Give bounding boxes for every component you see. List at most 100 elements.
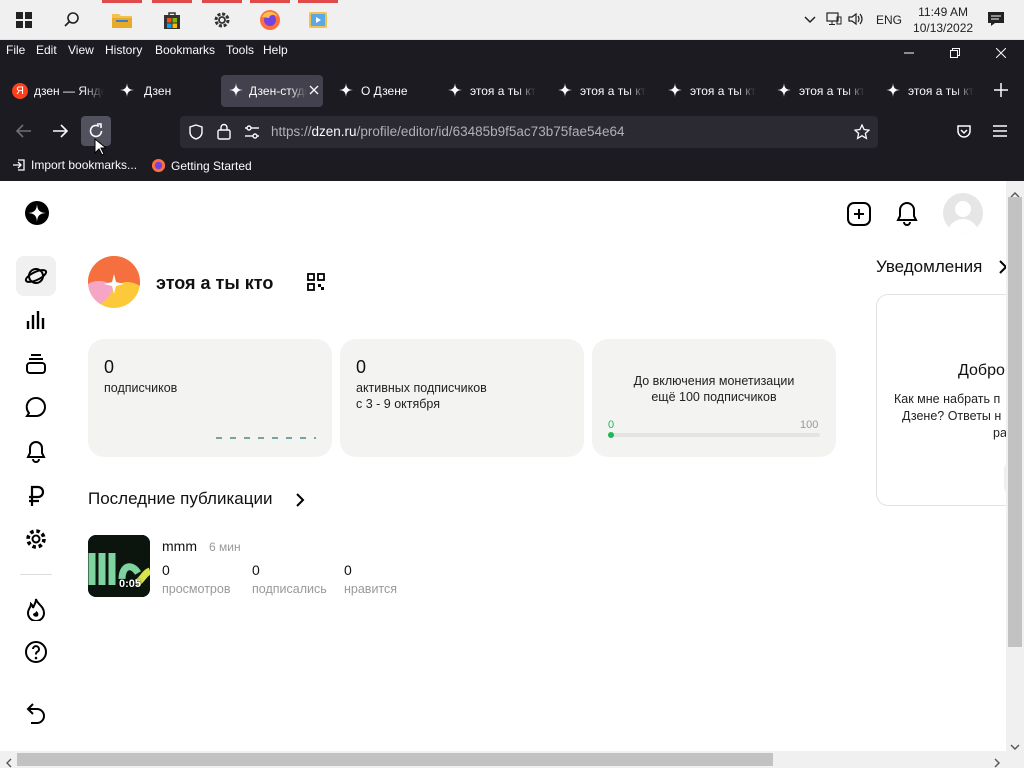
tab-label: этоя а ты кто [580, 84, 646, 98]
menu-tools[interactable]: Tools [226, 43, 254, 57]
subscribers-card[interactable]: 0 подписчиков [88, 339, 332, 457]
horizontal-scroll-thumb[interactable] [17, 753, 773, 766]
monetization-text: До включения монетизации ещё 100 подписч… [592, 373, 836, 405]
arrow-right-icon [53, 124, 68, 138]
horizontal-scrollbar[interactable] [0, 751, 1024, 768]
tab-profile[interactable]: этоя а ты кто [769, 75, 874, 107]
channel-avatar[interactable] [88, 256, 140, 308]
sidebar-item-trending[interactable] [16, 589, 56, 629]
settings-taskbar-button[interactable] [198, 0, 246, 40]
notifications-card[interactable]: Добро Как мне набрать п Дзене? Ответы н … [876, 294, 1024, 506]
store-button[interactable] [148, 0, 196, 40]
bookmark-label: Import bookmarks... [31, 158, 138, 172]
clock[interactable]: 11:49 AM 10/13/2022 [913, 4, 973, 36]
dzen-logo-icon [25, 201, 49, 225]
menu-help[interactable]: Help [263, 43, 288, 57]
url-prefix: https:// [271, 124, 312, 139]
lock-icon[interactable] [217, 123, 231, 143]
network-icon[interactable] [826, 11, 842, 29]
sidebar-item-notifications[interactable] [16, 432, 56, 472]
permissions-icon[interactable] [244, 125, 260, 142]
file-explorer-button[interactable] [98, 0, 146, 40]
minimize-button[interactable] [886, 42, 932, 64]
sidebar-item-home[interactable] [16, 256, 56, 296]
back-button[interactable] [9, 116, 39, 146]
notification-center-icon[interactable] [987, 11, 1005, 30]
sidebar-item-monetization[interactable] [16, 476, 56, 516]
firefox-taskbar-button[interactable] [246, 0, 294, 40]
scroll-right-icon[interactable] [994, 755, 1001, 773]
tab-profile[interactable]: этоя а ты кто [878, 75, 983, 107]
subscribers-count: 0 [104, 357, 115, 377]
create-button[interactable] [846, 201, 872, 232]
user-avatar[interactable] [943, 193, 983, 233]
notifications-button[interactable] [895, 201, 919, 232]
address-bar[interactable]: https://dzen.ru/profile/editor/id/63485b… [180, 116, 878, 148]
yandex-icon: Я [12, 83, 28, 99]
menu-edit[interactable]: Edit [36, 43, 57, 57]
monetization-card[interactable]: До включения монетизации ещё 100 подписч… [592, 339, 836, 457]
tracking-protection-icon[interactable] [188, 124, 204, 143]
bookmark-star-icon[interactable] [853, 123, 871, 143]
search-button[interactable] [48, 0, 96, 40]
close-window-button[interactable] [978, 42, 1024, 64]
menu-bookmarks[interactable]: Bookmarks [155, 43, 215, 57]
vertical-scroll-thumb[interactable] [1008, 197, 1022, 647]
active-subscribers-card[interactable]: 0 активных подписчиков с 3 - 9 октября [340, 339, 584, 457]
getting-started-link[interactable]: Getting Started [151, 158, 252, 173]
sidebar-item-help[interactable] [16, 632, 56, 672]
sidebar-item-comments[interactable] [16, 387, 56, 427]
vertical-scrollbar[interactable] [1006, 181, 1024, 751]
sidebar-item-publications[interactable] [16, 344, 56, 384]
stack-icon [26, 354, 46, 374]
forward-button[interactable] [45, 116, 75, 146]
notification-text: Как мне набрать п Дзене? Ответы н ра [894, 391, 1007, 442]
tab-about-dzen[interactable]: О Дзене [331, 75, 435, 107]
restore-button[interactable] [932, 42, 978, 64]
publication-thumbnail[interactable]: 0:05 [88, 535, 150, 597]
tab-profile[interactable]: этоя а ты кто [550, 75, 655, 107]
sidebar-item-back[interactable] [16, 693, 56, 733]
notifications-title[interactable]: Уведомления [876, 257, 982, 277]
close-icon [996, 48, 1006, 58]
sidebar-item-settings[interactable] [16, 519, 56, 559]
menu-file[interactable]: File [6, 43, 25, 57]
tab-profile[interactable]: этоя а ты кто [660, 75, 765, 107]
return-arrow-icon [26, 703, 45, 724]
reload-icon [89, 123, 103, 138]
recent-publications-chevron-icon[interactable] [293, 492, 307, 513]
tab-yandex[interactable]: Я дзен — Яндекс [4, 75, 108, 107]
close-tab-icon[interactable] [309, 84, 319, 98]
arrow-left-icon [16, 124, 31, 138]
dzen-logo[interactable] [25, 201, 49, 230]
publication-title[interactable]: mmm [162, 538, 197, 554]
app-menu-button[interactable] [985, 116, 1015, 146]
language-indicator[interactable]: ENG [876, 13, 902, 27]
dzen-icon [668, 82, 682, 100]
start-button[interactable] [0, 0, 48, 40]
scroll-left-icon[interactable] [5, 755, 12, 773]
dzen-icon [558, 82, 572, 100]
volume-icon[interactable] [848, 12, 864, 29]
clock-date: 10/13/2022 [913, 21, 974, 35]
import-bookmarks-link[interactable]: Import bookmarks... [12, 158, 137, 172]
planet-icon [24, 268, 48, 284]
media-player-button[interactable] [294, 0, 342, 40]
sidebar-item-statistics[interactable] [16, 300, 56, 340]
tab-dzen-studio[interactable]: Дзен-студия [221, 75, 323, 107]
views-label: просмотров [162, 582, 231, 596]
tab-strip: Я дзен — Яндекс Дзен Дзен-студия О Дзене… [0, 72, 1024, 110]
menu-view[interactable]: View [68, 43, 94, 57]
qr-code-button[interactable] [307, 273, 325, 296]
video-duration: 0:05 [119, 578, 142, 590]
menu-history[interactable]: History [105, 43, 142, 57]
recent-publications-title[interactable]: Последние публикации [88, 489, 272, 509]
tab-profile[interactable]: этоя а ты кто [440, 75, 545, 107]
pocket-button[interactable] [949, 116, 979, 146]
new-tab-button[interactable] [994, 83, 1008, 102]
tab-dzen[interactable]: Дзен [112, 75, 216, 107]
chevron-up-icon[interactable] [802, 16, 818, 24]
tab-label: этоя а ты кто [470, 84, 536, 98]
windows-taskbar: ENG 11:49 AM 10/13/2022 [0, 0, 1024, 40]
plus-square-icon [847, 202, 871, 226]
